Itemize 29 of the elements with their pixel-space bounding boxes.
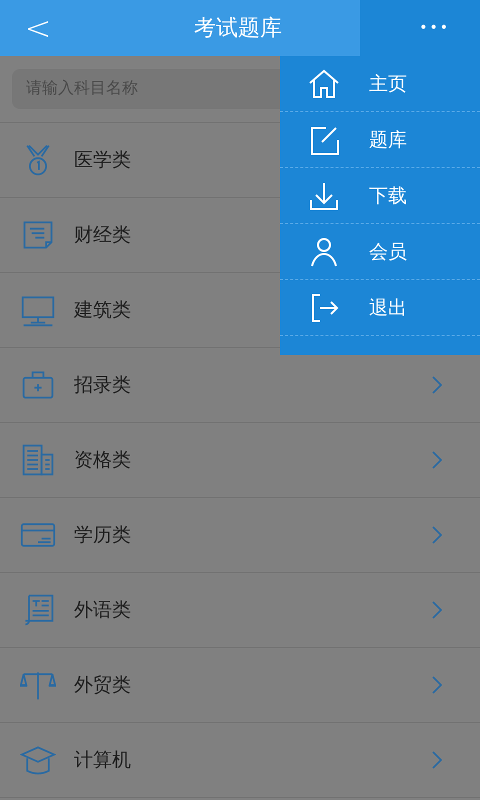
category-label: 资格类	[74, 448, 131, 473]
category-item[interactable]: 计算机	[0, 723, 480, 798]
document-icon	[20, 442, 56, 478]
more-button[interactable]: •••	[360, 0, 480, 56]
menu-item[interactable]: 题库	[280, 112, 480, 168]
category-label: 建筑类	[74, 298, 131, 323]
category-label: 计算机	[74, 748, 131, 773]
menu-label: 退出	[369, 296, 407, 320]
menu-label: 会员	[369, 240, 407, 264]
menu-item[interactable]: 退出	[280, 280, 480, 336]
menu-item[interactable]: 主页	[280, 56, 480, 112]
category-label: 招录类	[74, 373, 131, 398]
category-item[interactable]: 资格类	[0, 423, 480, 498]
category-label: 财经类	[74, 223, 131, 248]
category-label: 外贸类	[74, 673, 131, 698]
menu-label: 题库	[369, 128, 407, 152]
category-label: 医学类	[74, 148, 131, 173]
category-item[interactable]: 外贸类	[0, 648, 480, 723]
page-title: 考试题库	[193, 15, 283, 43]
home-icon	[308, 68, 340, 100]
category-item[interactable]: 学历类	[0, 498, 480, 573]
menu-item[interactable]: 下载	[280, 168, 480, 224]
category-label: 外语类	[74, 598, 131, 623]
menu-label: 主页	[369, 72, 407, 96]
back-button[interactable]: <	[0, 0, 76, 56]
category-label: 学历类	[74, 523, 131, 548]
user-icon	[308, 236, 340, 268]
menu-item[interactable]: 会员	[280, 224, 480, 280]
category-item[interactable]: 外语类	[0, 573, 480, 648]
